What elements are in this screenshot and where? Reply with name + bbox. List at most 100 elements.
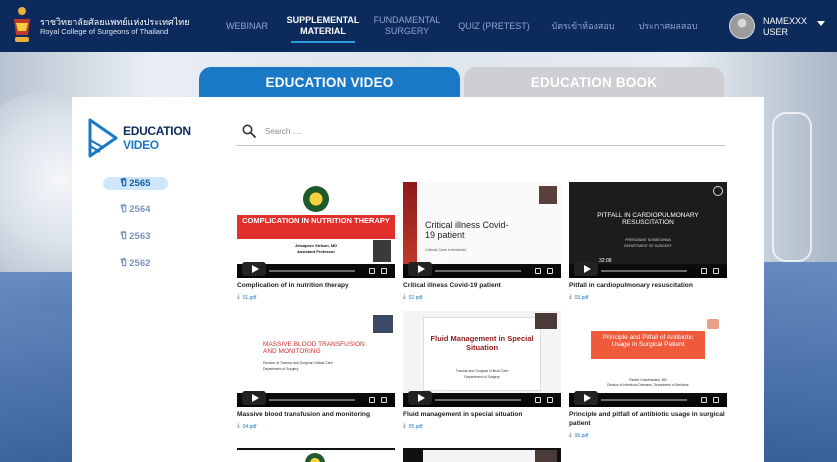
nav-exam-results[interactable]: ประกาศผลสอบ xyxy=(633,0,703,52)
college-crest-logo[interactable] xyxy=(10,5,34,45)
tab-education-book[interactable]: EDUCATION BOOK xyxy=(464,67,724,98)
video-title[interactable]: Complication of in nutrition therapy xyxy=(237,281,395,290)
video-card[interactable]: MASSIVE BLOOD TRANSFUSION AND MONITORING… xyxy=(237,311,395,430)
video-title[interactable]: Fluid management in special situation xyxy=(403,410,561,419)
sidebar-title-education: EDUCATION xyxy=(123,124,191,138)
slide-subtitle: Department of Surgery xyxy=(263,367,299,371)
user-avatar[interactable] xyxy=(729,13,755,39)
settings-icon[interactable] xyxy=(701,268,707,274)
video-thumbnail[interactable]: Critical illness Covid-19 patient Critic… xyxy=(403,182,561,278)
play-icon[interactable] xyxy=(408,391,432,405)
slide-title: PITFALL IN CARDIOPULMONARY RESUSCITATION xyxy=(597,212,699,227)
nav-supplemental-material[interactable]: SUPPLEMENTAL MATERIAL xyxy=(287,0,359,52)
progress-bar[interactable] xyxy=(435,270,521,272)
video-thumbnail[interactable]: PITFALL IN CARDIOPULMONARY RESUSCITATION… xyxy=(569,182,727,278)
slide-subtitle: PREEDAWAT SOMBOONNA xyxy=(625,238,671,242)
download-icon: ⤓ xyxy=(569,432,572,438)
video-title[interactable]: Pitfall in cardiopulmonary resuscitation xyxy=(569,281,727,290)
tab-education-video[interactable]: EDUCATION VIDEO xyxy=(199,67,460,98)
progress-bar[interactable] xyxy=(435,399,521,401)
video-controls: 30:59 xyxy=(569,387,727,407)
video-title[interactable]: Principle and pitfall of antibiotic usag… xyxy=(569,410,727,428)
year-filter-2564[interactable]: ปี 2564 xyxy=(103,203,168,216)
iv-drip-graphic xyxy=(772,112,812,262)
video-title[interactable]: Massive blood transfusion and monitoring xyxy=(237,410,395,419)
fullscreen-icon[interactable] xyxy=(547,397,553,403)
active-nav-indicator xyxy=(291,41,355,43)
settings-icon[interactable] xyxy=(369,397,375,403)
settings-icon[interactable] xyxy=(535,268,541,274)
scrubs-right-graphic xyxy=(757,262,837,462)
progress-bar[interactable] xyxy=(601,270,687,272)
video-controls: 32:08 xyxy=(569,258,727,278)
year-filter-2565[interactable]: ปี 2565 xyxy=(103,177,168,190)
fullscreen-icon[interactable] xyxy=(381,268,387,274)
year-filter-2562[interactable]: ปี 2562 xyxy=(103,257,168,270)
progress-bar[interactable] xyxy=(601,399,687,401)
video-title[interactable]: Critical illness Covid-19 patient xyxy=(403,281,561,290)
video-controls: 29:34 xyxy=(237,387,395,407)
search-input[interactable] xyxy=(265,125,720,138)
slide-title: MASSIVE BLOOD TRANSFUSION AND MONITORING xyxy=(263,341,365,356)
progress-bar[interactable] xyxy=(269,270,355,272)
video-card[interactable]: COMPLICATION IN NUTRITION THERAPY Jetsap… xyxy=(237,182,395,301)
video-thumbnail[interactable]: MASSIVE BLOOD TRANSFUSION AND MONITORING… xyxy=(237,311,395,407)
video-thumbnail-partial[interactable] xyxy=(403,448,561,462)
user-name[interactable]: NAMEXXX USER xyxy=(763,16,807,38)
slide-title: Principle and Pitfall of Antibiotic Usag… xyxy=(602,334,694,349)
pdf-download-link[interactable]: ⤓ 02.pdf xyxy=(403,294,561,301)
pdf-download-link[interactable]: ⤓ 04.pdf xyxy=(237,423,395,430)
nav-fundamental-surgery[interactable]: FUNDAMENTAL SURGERY xyxy=(372,0,442,52)
sidebar-title-video: VIDEO xyxy=(123,138,159,152)
settings-icon[interactable] xyxy=(369,268,375,274)
presenter-webcam xyxy=(535,313,557,329)
search-underline xyxy=(236,145,725,146)
slide-subtitle: Division of Trauma and Surgical Critical… xyxy=(263,361,333,365)
pdf-download-link[interactable]: ⤓ 03.pdf xyxy=(569,294,727,301)
play-icon[interactable] xyxy=(242,391,266,405)
video-duration: 30:59 xyxy=(599,387,612,393)
video-card[interactable]: Fluid Management in Special Situation Tr… xyxy=(403,311,561,430)
video-card[interactable]: Critical illness Covid-19 patient Critic… xyxy=(403,182,561,301)
video-card[interactable]: Principle and Pitfall of Antibiotic Usag… xyxy=(569,311,727,439)
slide-title: Fluid Management in Special Situation xyxy=(430,334,534,352)
search-icon[interactable] xyxy=(242,124,256,138)
nav-quiz-pretest[interactable]: QUIZ (PRETEST) xyxy=(456,0,532,52)
chevron-down-icon[interactable] xyxy=(817,21,825,26)
slide-subtitle: Critical Care Intensivist xyxy=(425,247,466,252)
download-icon: ⤓ xyxy=(403,423,406,429)
progress-bar[interactable] xyxy=(269,399,355,401)
video-thumbnail-partial[interactable] xyxy=(237,448,395,462)
logo-icon xyxy=(707,319,719,329)
settings-icon[interactable] xyxy=(701,397,707,403)
video-card[interactable]: PITFALL IN CARDIOPULMONARY RESUSCITATION… xyxy=(569,182,727,301)
fullscreen-icon[interactable] xyxy=(381,397,387,403)
nav-exam-admission-card[interactable]: บัตรเข้าห้องสอบ xyxy=(546,0,620,52)
seal-icon xyxy=(303,186,329,212)
pdf-download-link[interactable]: ⤓ 05.pdf xyxy=(403,423,561,430)
pdf-download-link[interactable]: ⤓ 06.pdf xyxy=(569,432,727,439)
brand-name-english: Royal College of Surgeons of Thailand xyxy=(40,27,169,36)
play-icon[interactable] xyxy=(574,262,598,276)
fullscreen-icon[interactable] xyxy=(713,268,719,274)
video-duration: 32:08 xyxy=(599,258,612,264)
slide-subtitle: DEPARTMENT OF SURGERY xyxy=(624,244,672,248)
fullscreen-icon[interactable] xyxy=(547,268,553,274)
play-icon[interactable] xyxy=(242,262,266,276)
download-icon: ⤓ xyxy=(569,294,572,300)
video-thumbnail[interactable]: Fluid Management in Special Situation Tr… xyxy=(403,311,561,407)
presenter-webcam xyxy=(373,315,393,333)
pdf-download-link[interactable]: ⤓ 01.pdf xyxy=(237,294,395,301)
video-thumbnail[interactable]: COMPLICATION IN NUTRITION THERAPY Jetsap… xyxy=(237,182,395,278)
play-icon[interactable] xyxy=(574,391,598,405)
fullscreen-icon[interactable] xyxy=(713,397,719,403)
settings-icon[interactable] xyxy=(535,397,541,403)
video-thumbnail[interactable]: Principle and Pitfall of Antibiotic Usag… xyxy=(569,311,727,407)
year-filter-2563[interactable]: ปี 2563 xyxy=(103,230,168,243)
video-duration: 31:46 xyxy=(267,258,280,264)
slide-subtitle: Assistant Professor xyxy=(297,249,335,254)
play-icon[interactable] xyxy=(408,262,432,276)
slide-subtitle: Trauma and Surgical Critical Care xyxy=(455,369,509,373)
nav-webinar[interactable]: WEBINAR xyxy=(222,0,272,52)
slide-subtitle: Jetsaporn Sirikun, MD xyxy=(294,243,338,248)
